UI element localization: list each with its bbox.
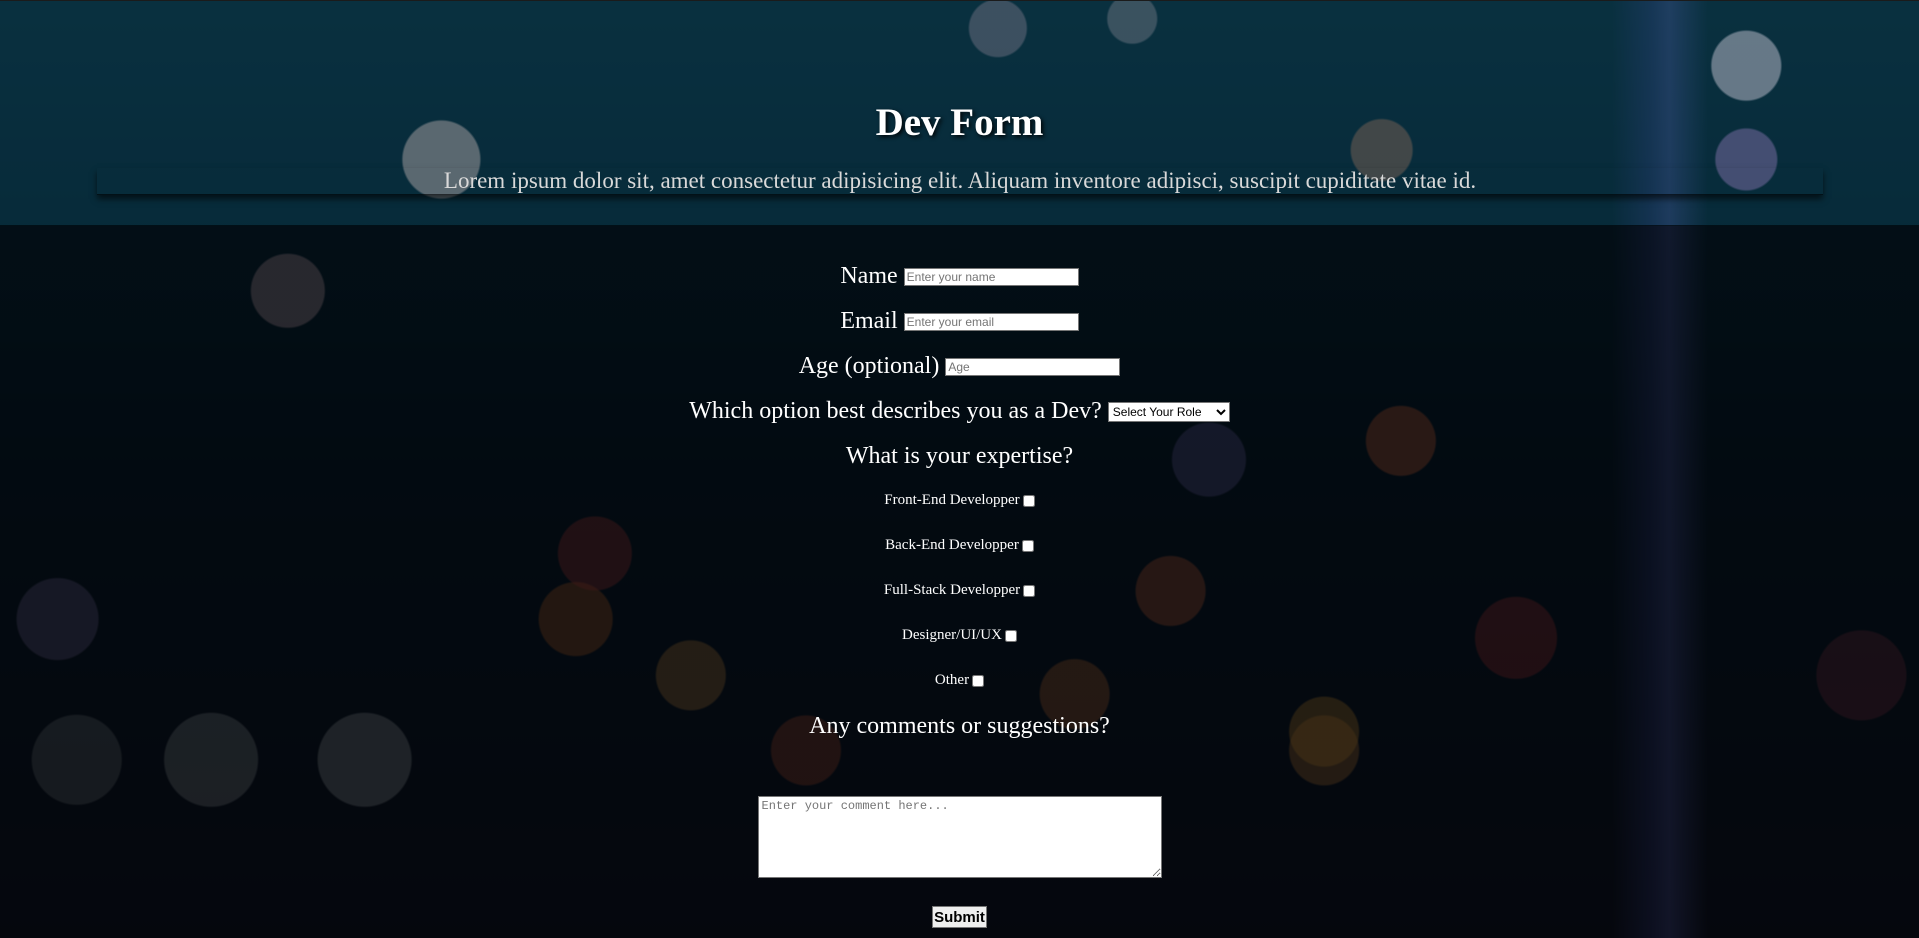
front-end-label: Front-End Developper — [884, 492, 1020, 508]
full-stack-checkbox[interactable] — [1023, 584, 1036, 597]
name-row: Name — [0, 263, 1919, 290]
expertise-option-front-end: Front-End Developper — [0, 492, 1919, 509]
submit-button[interactable]: Submit — [932, 906, 987, 928]
age-label: Age (optional) — [798, 353, 940, 379]
email-label: Email — [840, 308, 898, 334]
back-end-label: Back-End Developper — [885, 537, 1019, 553]
submit-row: Submit — [0, 906, 1919, 928]
comments-row — [0, 796, 1919, 878]
comments-heading: Any comments or suggestions? — [809, 713, 1110, 739]
expertise-heading: What is your expertise? — [845, 443, 1074, 469]
role-select[interactable]: Select Your Role — [1107, 401, 1230, 422]
name-input[interactable] — [903, 267, 1079, 286]
other-label: Other — [934, 672, 970, 688]
comments-textarea[interactable] — [757, 796, 1162, 878]
email-row: Email — [0, 308, 1919, 335]
role-row: Which option best describes you as a Dev… — [0, 398, 1919, 425]
comments-heading-row: Any comments or suggestions? — [0, 713, 1919, 740]
expertise-heading-row: What is your expertise? — [0, 443, 1919, 470]
front-end-checkbox[interactable] — [1022, 494, 1035, 507]
designer-checkbox[interactable] — [1004, 629, 1017, 642]
full-stack-label: Full-Stack Developper — [883, 582, 1021, 598]
role-label: Which option best describes you as a Dev… — [689, 398, 1102, 424]
expertise-option-back-end: Back-End Developper — [0, 537, 1919, 554]
age-input[interactable] — [945, 357, 1121, 376]
email-input[interactable] — [903, 312, 1079, 331]
page-title: Dev Form — [875, 101, 1044, 144]
name-label: Name — [840, 263, 898, 289]
page-description: Lorem ipsum dolor sit, amet consectetur … — [97, 168, 1823, 195]
expertise-option-other: Other — [0, 672, 1919, 689]
designer-label: Designer/UI/UX — [902, 627, 1002, 643]
other-checkbox[interactable] — [972, 674, 985, 687]
back-end-checkbox[interactable] — [1021, 539, 1034, 552]
expertise-option-full-stack: Full-Stack Developper — [0, 582, 1919, 599]
age-row: Age (optional) — [0, 353, 1919, 380]
expertise-option-designer: Designer/UI/UX — [0, 627, 1919, 644]
